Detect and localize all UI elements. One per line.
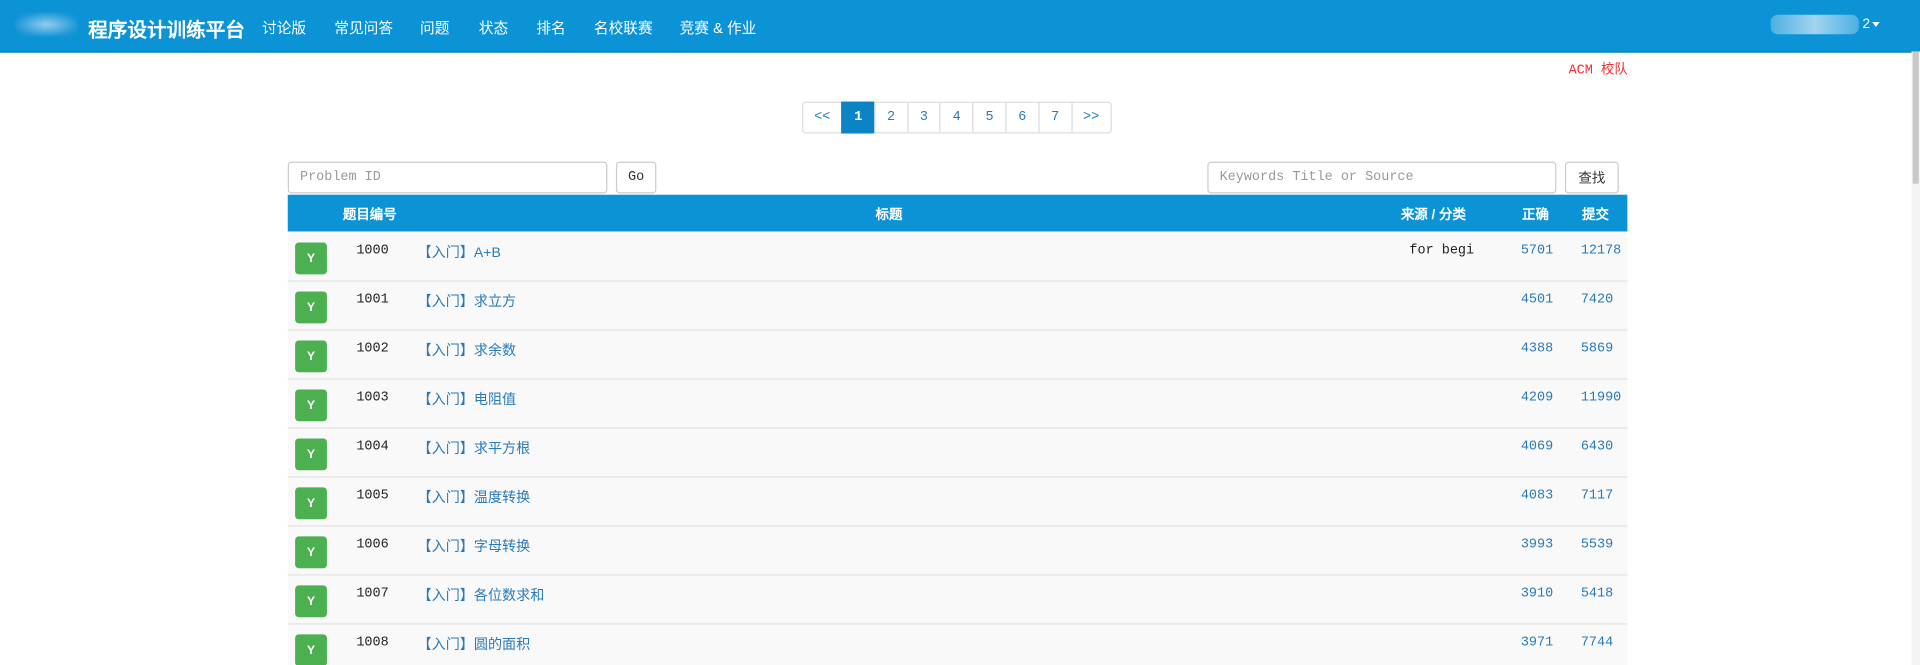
problem-title-link[interactable]: 【入门】求平方根 bbox=[418, 438, 531, 458]
site-title[interactable]: 程序设计训练平台 bbox=[88, 13, 245, 42]
nav-contest-homework[interactable]: 竞赛 & 作业 bbox=[680, 17, 757, 38]
accepted-count-link[interactable]: 3910 bbox=[1521, 587, 1553, 602]
chevron-down-icon bbox=[1872, 22, 1880, 28]
problem-title-link[interactable]: 【入门】A+B bbox=[418, 242, 501, 262]
status-badge: Y bbox=[295, 438, 327, 471]
page-button-6[interactable]: 6 bbox=[1005, 101, 1040, 134]
accepted-count-link[interactable]: 4083 bbox=[1521, 489, 1553, 504]
problem-title-link[interactable]: 【入门】电阻值 bbox=[418, 389, 517, 409]
submitted-count-link[interactable]: 7420 bbox=[1581, 293, 1613, 308]
problem-id: 1001 bbox=[356, 292, 389, 308]
problem-id: 1005 bbox=[356, 488, 389, 504]
table-row: Y 1007 【入门】各位数求和 3910 5418 bbox=[287, 575, 1628, 625]
accepted-count-link[interactable]: 3993 bbox=[1521, 538, 1553, 553]
status-badge: Y bbox=[295, 291, 327, 324]
page-prev-button[interactable]: << bbox=[802, 101, 843, 134]
header-submitted[interactable]: 提交 bbox=[1582, 205, 1609, 225]
page-next-button[interactable]: >> bbox=[1070, 101, 1112, 134]
user-menu[interactable]: 2 bbox=[1862, 17, 1880, 32]
header-source[interactable]: 来源 / 分类 bbox=[1401, 205, 1466, 225]
accepted-count-link[interactable]: 4388 bbox=[1521, 342, 1553, 357]
accepted-count-link[interactable]: 4069 bbox=[1521, 440, 1553, 455]
nav-problems[interactable]: 问题 bbox=[420, 17, 449, 38]
problem-id: 1006 bbox=[356, 537, 389, 553]
problem-id: 1008 bbox=[356, 635, 389, 651]
user-avatar[interactable] bbox=[1770, 14, 1859, 35]
table-row: Y 1004 【入门】求平方根 4069 6430 bbox=[287, 428, 1628, 478]
problem-table-header: 题目编号 标题 来源 / 分类 正确 提交 bbox=[287, 194, 1628, 232]
submitted-count-link[interactable]: 6430 bbox=[1581, 440, 1613, 455]
status-badge: Y bbox=[295, 242, 327, 275]
problem-title-link[interactable]: 【入门】圆的面积 bbox=[418, 634, 531, 654]
problem-id-input[interactable] bbox=[287, 161, 608, 194]
nav-school-league[interactable]: 名校联赛 bbox=[594, 17, 653, 38]
nav-ranking[interactable]: 排名 bbox=[536, 17, 565, 38]
header-problem-id[interactable]: 题目编号 bbox=[343, 205, 397, 225]
table-row: Y 1006 【入门】字母转换 3993 5539 bbox=[287, 526, 1628, 576]
page-button-4[interactable]: 4 bbox=[939, 101, 974, 134]
table-row: Y 1003 【入门】电阻值 4209 11990 bbox=[287, 379, 1628, 429]
problem-title-link[interactable]: 【入门】求余数 bbox=[418, 340, 517, 360]
problem-title-link[interactable]: 【入门】温度转换 bbox=[418, 487, 531, 507]
status-badge: Y bbox=[295, 585, 327, 618]
submitted-count-link[interactable]: 5418 bbox=[1581, 587, 1613, 602]
submitted-count-link[interactable]: 11990 bbox=[1581, 391, 1621, 406]
page-button-7[interactable]: 7 bbox=[1038, 101, 1073, 134]
problem-id: 1004 bbox=[356, 439, 389, 455]
submitted-count-link[interactable]: 5539 bbox=[1581, 538, 1613, 553]
problem-source: for begi bbox=[1409, 243, 1475, 259]
header-accepted[interactable]: 正确 bbox=[1522, 205, 1549, 225]
vertical-scrollbar[interactable] bbox=[1911, 51, 1920, 665]
nav-discussion[interactable]: 讨论版 bbox=[262, 17, 306, 38]
status-badge: Y bbox=[295, 389, 327, 422]
submitted-count-link[interactable]: 12178 bbox=[1581, 244, 1621, 259]
problem-title-link[interactable]: 【入门】各位数求和 bbox=[418, 585, 545, 605]
problem-id: 1007 bbox=[356, 586, 389, 602]
problem-id: 1000 bbox=[356, 243, 389, 259]
table-row: Y 1000 【入门】A+B for begi 5701 12178 bbox=[287, 232, 1628, 282]
submitted-count-link[interactable]: 5869 bbox=[1581, 342, 1613, 357]
table-row: Y 1002 【入门】求余数 4388 5869 bbox=[287, 330, 1628, 380]
problem-title-link[interactable]: 【入门】求立方 bbox=[418, 291, 517, 311]
top-navbar: 程序设计训练平台 讨论版 常见问答 问题 状态 排名 名校联赛 竞赛 & 作业 … bbox=[0, 0, 1920, 53]
header-title[interactable]: 标题 bbox=[876, 205, 903, 225]
accepted-count-link[interactable]: 4209 bbox=[1521, 391, 1553, 406]
accepted-count-link[interactable]: 5701 bbox=[1521, 244, 1553, 259]
status-badge: Y bbox=[295, 487, 327, 520]
acm-team-link[interactable]: ACM 校队 bbox=[1569, 59, 1628, 79]
problem-id: 1003 bbox=[356, 390, 389, 406]
go-button[interactable]: Go bbox=[615, 161, 657, 194]
user-name-suffix: 2 bbox=[1862, 17, 1870, 32]
table-row: Y 1005 【入门】温度转换 4083 7117 bbox=[287, 477, 1628, 527]
scrollbar-thumb[interactable] bbox=[1912, 51, 1919, 184]
accepted-count-link[interactable]: 4501 bbox=[1521, 293, 1553, 308]
nav-status[interactable]: 状态 bbox=[479, 17, 508, 38]
page-button-5[interactable]: 5 bbox=[972, 101, 1007, 134]
problem-id: 1002 bbox=[356, 341, 389, 357]
search-button[interactable]: 查找 bbox=[1564, 161, 1619, 194]
nav-faq[interactable]: 常见问答 bbox=[334, 17, 393, 38]
status-badge: Y bbox=[295, 536, 327, 569]
status-badge: Y bbox=[295, 340, 327, 373]
submitted-count-link[interactable]: 7117 bbox=[1581, 489, 1613, 504]
page-button-1[interactable]: 1 bbox=[841, 101, 876, 134]
accepted-count-link[interactable]: 3971 bbox=[1521, 636, 1553, 651]
table-row: Y 1008 【入门】圆的面积 3971 7744 bbox=[287, 624, 1628, 665]
logo-icon[interactable] bbox=[14, 12, 79, 37]
page-button-2[interactable]: 2 bbox=[874, 101, 909, 134]
submitted-count-link[interactable]: 7744 bbox=[1581, 636, 1613, 651]
keyword-search-input[interactable] bbox=[1207, 161, 1557, 194]
table-row: Y 1001 【入门】求立方 4501 7420 bbox=[287, 281, 1628, 331]
status-badge: Y bbox=[295, 634, 327, 665]
page-button-3[interactable]: 3 bbox=[906, 101, 941, 134]
pagination: << 1 2 3 4 5 6 7 >> bbox=[802, 101, 1112, 134]
problem-title-link[interactable]: 【入门】字母转换 bbox=[418, 536, 531, 556]
